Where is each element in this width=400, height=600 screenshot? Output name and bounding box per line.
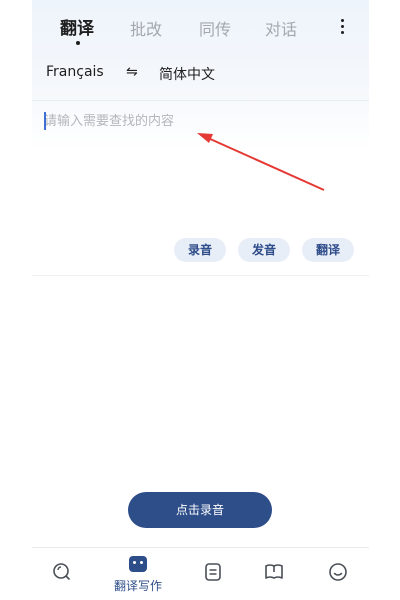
bottom-navigation: 翻译写作: [32, 547, 369, 600]
divider: [32, 275, 369, 276]
nav-notes[interactable]: [187, 548, 239, 600]
search-input[interactable]: [44, 110, 354, 132]
robot-icon: [129, 556, 147, 572]
more-menu-icon[interactable]: [332, 14, 352, 38]
translate-pill-button[interactable]: 翻译: [302, 238, 354, 262]
nav-profile[interactable]: [312, 548, 364, 600]
tap-to-record-button[interactable]: 点击录音: [128, 492, 272, 528]
tab-translate[interactable]: 翻译: [60, 14, 94, 39]
nav-label: 翻译写作: [113, 579, 162, 593]
record-pill-button[interactable]: 录音: [174, 238, 226, 262]
divider: [32, 100, 369, 101]
text-cursor: [44, 112, 46, 130]
language-bar: Français ⇋ 简体中文: [32, 64, 369, 88]
swap-languages-icon[interactable]: ⇋: [126, 64, 138, 80]
source-language-selector[interactable]: Français: [46, 64, 104, 80]
target-language-selector[interactable]: 简体中文: [159, 64, 215, 84]
pronounce-pill-button[interactable]: 发音: [238, 238, 290, 262]
nav-translate-writing[interactable]: 翻译写作: [110, 548, 162, 600]
top-tabs: 翻译 批改 同传 对话: [32, 0, 369, 56]
nav-search[interactable]: [36, 548, 88, 600]
tab-correct[interactable]: 批改: [130, 16, 162, 40]
book-icon: [265, 564, 283, 579]
notes-icon: [205, 563, 221, 581]
search-icon: [53, 563, 70, 580]
nav-book[interactable]: [248, 548, 300, 600]
tab-dialogue[interactable]: 对话: [265, 16, 297, 40]
smiley-icon: [329, 563, 347, 581]
app-window: 翻译 批改 同传 对话 Français ⇋ 简体中文 录音 发音 翻译 点击录…: [32, 0, 369, 600]
active-tab-indicator: [76, 41, 80, 45]
tab-simultaneous[interactable]: 同传: [199, 16, 231, 40]
